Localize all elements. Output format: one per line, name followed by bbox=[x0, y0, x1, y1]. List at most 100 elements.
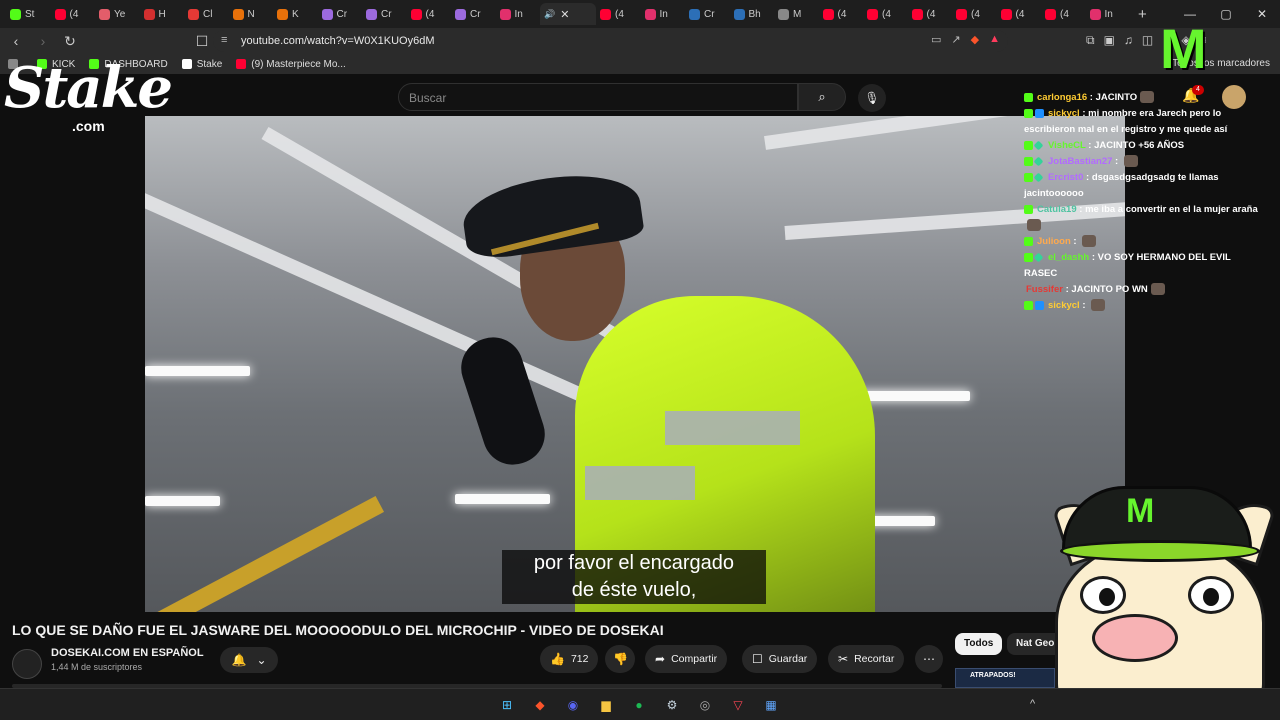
chip-todos[interactable]: Todos bbox=[955, 633, 1003, 655]
bookmark-label: Stake bbox=[196, 58, 223, 70]
browser-tab[interactable]: N bbox=[229, 3, 274, 25]
browser-tab[interactable]: (4 bbox=[596, 3, 641, 25]
browser-tab[interactable]: (4 bbox=[1041, 3, 1086, 25]
tab-label: (4 bbox=[615, 8, 624, 20]
like-button[interactable]: 👍 712 bbox=[540, 645, 599, 673]
tab-favicon-icon bbox=[600, 8, 611, 20]
tab-favicon-icon bbox=[1000, 8, 1012, 20]
spotify-icon[interactable]: ● bbox=[628, 695, 650, 715]
brave-icon[interactable]: ◆ bbox=[529, 695, 551, 715]
bookmark-favicon-icon bbox=[181, 59, 192, 69]
browser-tab[interactable]: Cr bbox=[685, 3, 730, 25]
chat-username: Catula19 bbox=[1037, 204, 1077, 215]
tab-favicon-icon bbox=[867, 8, 878, 20]
kick-badge-icon bbox=[1024, 172, 1033, 182]
browser-tab-strip: St (4 Ye H Cl N K Cr Cr (4 Cr In 🔊 ✕ (4 In Cr Bh M (4 (4 (4 (4… bbox=[0, 0, 1280, 28]
ceiling-light bbox=[145, 366, 250, 376]
screenshot-icon[interactable]: ▣ bbox=[1104, 33, 1115, 48]
monster-energy-logo: M bbox=[1160, 17, 1207, 80]
browser-tab[interactable]: (4 bbox=[997, 3, 1042, 25]
tab-favicon-icon bbox=[1089, 8, 1101, 20]
obs-icon[interactable]: ◎ bbox=[694, 695, 716, 715]
brave-shields-icon[interactable]: ◆ bbox=[971, 33, 979, 46]
dislike-button[interactable]: 👎 bbox=[605, 645, 635, 673]
browser-tab[interactable]: H bbox=[140, 3, 185, 25]
discord-icon[interactable]: ◉ bbox=[562, 695, 584, 715]
browser-tab[interactable]: (4 bbox=[908, 3, 953, 25]
search-button[interactable]: ⌕ bbox=[798, 83, 846, 111]
reflective-band bbox=[585, 466, 695, 500]
save-button[interactable]: ☐ Guardar bbox=[742, 645, 818, 673]
media-icon[interactable]: ♫ bbox=[1124, 33, 1133, 48]
tab-favicon-icon bbox=[499, 8, 511, 20]
tab-label: (4 bbox=[926, 8, 936, 20]
browser-tab[interactable]: Bh bbox=[730, 3, 775, 25]
chat-emote-icon bbox=[1123, 155, 1138, 168]
subscription-notifications-button[interactable]: 🔔 ⌄ bbox=[220, 647, 278, 673]
browser-tab[interactable]: In bbox=[1086, 3, 1131, 25]
share-page-icon[interactable]: ↗ bbox=[951, 33, 960, 46]
tab-favicon-icon bbox=[644, 8, 656, 20]
browser-tab[interactable]: In bbox=[496, 3, 541, 25]
file-explorer-icon[interactable]: ▆ bbox=[595, 695, 617, 715]
browser-tab[interactable]: (4 bbox=[863, 3, 908, 25]
back-button[interactable]: ‹ bbox=[5, 33, 27, 49]
browser-tab[interactable]: K bbox=[273, 3, 318, 25]
kick-badge-icon bbox=[1024, 92, 1033, 102]
channel-avatar[interactable] bbox=[12, 649, 42, 679]
browser-tab[interactable]: (4 bbox=[819, 3, 864, 25]
video-title: LO QUE SE DAÑO FUE EL JASWARE DEL MOOOOO… bbox=[12, 622, 664, 638]
browser-tab-active[interactable]: 🔊 ✕ bbox=[540, 3, 596, 25]
browser-tab[interactable]: Ye bbox=[95, 3, 140, 25]
forward-button[interactable]: › bbox=[32, 33, 54, 49]
bookmark-icon[interactable]: ☐ bbox=[191, 33, 213, 50]
bookmark-item[interactable]: (9) Masterpiece Mo... bbox=[236, 59, 346, 70]
browser-tab[interactable]: Cr bbox=[362, 3, 407, 25]
channel-name[interactable]: DOSEKAI.COM EN ESPAÑOL bbox=[51, 647, 204, 659]
cast-icon[interactable]: ▭ bbox=[931, 33, 941, 46]
chat-separator: : bbox=[1087, 92, 1096, 103]
speaker-icon: 🔊 bbox=[544, 8, 556, 19]
browser-tab[interactable]: M bbox=[774, 3, 819, 25]
address-bar[interactable]: ≡ youtube.com/watch?v=W0X1KUOy6dM ▭ ↗ ◆ … bbox=[213, 30, 1008, 52]
site-info-icon[interactable]: ≡ bbox=[221, 34, 227, 46]
ceiling-light bbox=[455, 494, 550, 504]
chat-message: Catula19 : me iba a convertir en el la m… bbox=[1024, 202, 1260, 234]
calculator-icon[interactable]: ▦ bbox=[760, 695, 782, 715]
more-actions-button[interactable]: ⋯ bbox=[915, 645, 943, 673]
close-window-button[interactable]: ✕ bbox=[1244, 7, 1280, 21]
new-tab-button[interactable]: + bbox=[1138, 6, 1147, 23]
reload-button[interactable]: ↻ bbox=[59, 33, 81, 50]
browser-tab[interactable]: (4 bbox=[51, 3, 96, 25]
tray-overflow-button[interactable]: ^ bbox=[1030, 698, 1035, 710]
brave-rewards-icon[interactable]: ▲ bbox=[989, 33, 1000, 46]
valorant-icon[interactable]: ▽ bbox=[727, 695, 749, 715]
browser-tab[interactable]: Cl bbox=[184, 3, 229, 25]
video-player[interactable]: por favor el encargado de éste vuelo, bbox=[145, 116, 1125, 612]
browser-toolbar: ‹ › ↻ ☐ ≡ youtube.com/watch?v=W0X1KUOy6d… bbox=[0, 28, 1280, 54]
sidebar-icon[interactable]: ◫ bbox=[1142, 33, 1153, 48]
extensions-icon[interactable]: ⧉ bbox=[1086, 33, 1095, 48]
browser-tab[interactable]: In bbox=[641, 3, 686, 25]
gem-badge-icon bbox=[1033, 252, 1044, 263]
windows-start-icon[interactable]: ⊞ bbox=[496, 695, 518, 715]
clip-button[interactable]: ✂ Recortar bbox=[828, 645, 905, 673]
search-input[interactable]: Buscar bbox=[398, 83, 798, 111]
chat-message: sickycl : bbox=[1024, 298, 1260, 314]
thumbs-down-icon: 👎 bbox=[613, 652, 628, 666]
share-button[interactable]: ➦ Compartir bbox=[645, 645, 728, 673]
tab-label: Cr bbox=[704, 8, 715, 20]
steam-icon[interactable]: ⚙ bbox=[661, 695, 683, 715]
browser-tab[interactable]: Cr bbox=[318, 3, 363, 25]
browser-tab[interactable]: (4 bbox=[952, 3, 997, 25]
browser-tab[interactable]: Cr bbox=[451, 3, 496, 25]
chat-separator: : bbox=[1076, 204, 1086, 215]
gem-badge-icon bbox=[1033, 156, 1044, 167]
browser-tab[interactable]: St bbox=[6, 3, 51, 25]
thumbnail-text: ATRAPADOS! bbox=[970, 672, 1016, 679]
close-tab-icon[interactable]: ✕ bbox=[560, 8, 569, 21]
cat-eye bbox=[1188, 576, 1234, 614]
browser-tab[interactable]: (4 bbox=[407, 3, 452, 25]
bookmark-item[interactable]: Stake bbox=[181, 58, 223, 70]
voice-search-button[interactable]: 🎙 bbox=[858, 84, 886, 112]
